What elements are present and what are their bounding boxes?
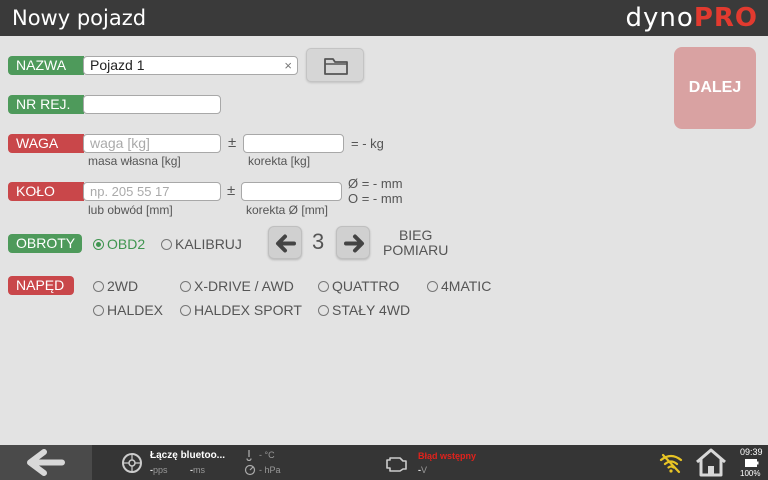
pps-readout: -pps xyxy=(150,465,168,475)
kolo-label: KOŁO xyxy=(8,182,84,201)
warning-text: Błąd wstępny xyxy=(418,451,477,461)
arrow-left-icon xyxy=(276,234,296,253)
kolo-correction-label: korekta Ø [mm] xyxy=(246,203,329,217)
bieg-label-line1: BIEG xyxy=(398,227,433,243)
top-bar: Nowy pojazd dynoPRO xyxy=(0,0,768,36)
bieg-pomiaru-label: BIEG POMIARU xyxy=(383,228,448,258)
engine-icon xyxy=(386,457,407,472)
radio-icon xyxy=(318,280,329,292)
ms-unit: ms xyxy=(193,465,205,475)
next-button[interactable]: DALEJ xyxy=(674,47,756,129)
voltage-unit: V xyxy=(421,465,428,475)
obroty-label: OBROTY xyxy=(8,234,82,253)
radio-icon xyxy=(180,280,191,292)
kolo-circumference-result: O = - mm xyxy=(348,191,403,206)
radio-haldex-sport[interactable]: HALDEX SPORT xyxy=(180,301,302,319)
radio-obd2-label: OBD2 xyxy=(107,236,146,252)
gear-number: 3 xyxy=(312,229,325,254)
radio-label: X-DRIVE / AWD xyxy=(194,278,294,294)
radio-icon xyxy=(180,304,191,316)
kolo-plusminus: ± xyxy=(227,182,236,199)
radio-label: HALDEX xyxy=(107,302,164,318)
folder-icon xyxy=(324,58,348,75)
nazwa-input[interactable]: Pojazd 1 × xyxy=(83,56,298,75)
app-logo: dynoPRO xyxy=(626,3,758,33)
radio-4matic[interactable]: 4MATIC xyxy=(427,277,491,295)
radio-quattro[interactable]: QUATTRO xyxy=(318,277,399,295)
radio-staly-4wd[interactable]: STAŁY 4WD xyxy=(318,301,410,319)
battery-icon xyxy=(745,459,759,467)
radio-kalibruj-label: KALIBRUJ xyxy=(175,236,242,252)
radio-obd2[interactable]: OBD2 xyxy=(93,235,145,253)
bieg-label-line2: POMIARU xyxy=(383,242,449,258)
voltage-readout: -V xyxy=(418,465,427,475)
nazwa-label: NAZWA xyxy=(8,56,84,75)
radio-icon xyxy=(318,304,329,316)
nr-rej-label: NR REJ. xyxy=(8,95,84,114)
arrow-right-icon xyxy=(344,234,364,253)
waga-plusminus: ± xyxy=(228,134,237,151)
radio-icon xyxy=(427,280,438,292)
kolo-input[interactable]: np. 205 55 17 xyxy=(83,182,221,201)
radio-label: HALDEX SPORT xyxy=(194,302,302,318)
logo-text-dyno: dyno xyxy=(625,3,694,33)
waga-result: = - kg xyxy=(351,136,384,151)
naped-label: NAPĘD xyxy=(8,276,74,295)
bluetooth-status: Łączę bluetoo... xyxy=(150,450,226,461)
kolo-correction-input[interactable] xyxy=(241,182,342,201)
radio-label: 4MATIC xyxy=(441,278,492,294)
radio-label: 2WD xyxy=(107,278,139,294)
waga-sub-label: masa własna [kg] xyxy=(88,154,181,168)
radio-2wd[interactable]: 2WD xyxy=(93,277,138,295)
waga-label: WAGA xyxy=(8,134,84,153)
gear-next-button[interactable] xyxy=(336,226,370,259)
wheel-icon xyxy=(122,453,142,473)
radio-selected-icon xyxy=(93,238,104,250)
pressure-readout: - hPa xyxy=(259,465,281,475)
pps-unit: pps xyxy=(153,465,168,475)
nr-rej-input[interactable] xyxy=(83,95,221,114)
pressure-icon xyxy=(244,464,256,476)
back-button[interactable] xyxy=(0,445,92,480)
status-bar: Łączę bluetoo... -pps -ms - °C - hPa Błą… xyxy=(0,445,768,480)
wifi-off-icon[interactable] xyxy=(658,452,684,474)
kolo-diameter-result: Ø = - mm xyxy=(348,176,403,191)
radio-kalibruj[interactable]: KALIBRUJ xyxy=(161,235,242,253)
arrow-left-icon xyxy=(27,449,65,476)
logo-text-pro: PRO xyxy=(693,3,758,33)
waga-correction-input[interactable] xyxy=(243,134,344,153)
nazwa-value: Pojazd 1 xyxy=(90,57,145,73)
browse-vehicles-button[interactable] xyxy=(306,48,364,82)
clock: 09:39 xyxy=(740,447,763,457)
ms-readout: -ms xyxy=(190,465,205,475)
thermometer-icon xyxy=(246,450,252,461)
radio-label: STAŁY 4WD xyxy=(332,302,411,318)
radio-haldex[interactable]: HALDEX xyxy=(93,301,163,319)
radio-icon xyxy=(161,238,172,250)
clear-icon[interactable]: × xyxy=(284,57,292,74)
temperature-readout: - °C xyxy=(259,450,275,460)
battery-percent: 100% xyxy=(740,469,761,478)
waga-correction-label: korekta [kg] xyxy=(248,154,311,168)
radio-label: QUATTRO xyxy=(332,278,400,294)
page-title: Nowy pojazd xyxy=(12,6,147,30)
waga-input[interactable]: waga [kg] xyxy=(83,134,221,153)
gear-prev-button[interactable] xyxy=(268,226,302,259)
radio-icon xyxy=(93,304,104,316)
kolo-sub-label: lub obwód [mm] xyxy=(88,203,173,217)
radio-xdrive[interactable]: X-DRIVE / AWD xyxy=(180,277,294,295)
radio-icon xyxy=(93,280,104,292)
home-icon[interactable] xyxy=(693,447,729,478)
